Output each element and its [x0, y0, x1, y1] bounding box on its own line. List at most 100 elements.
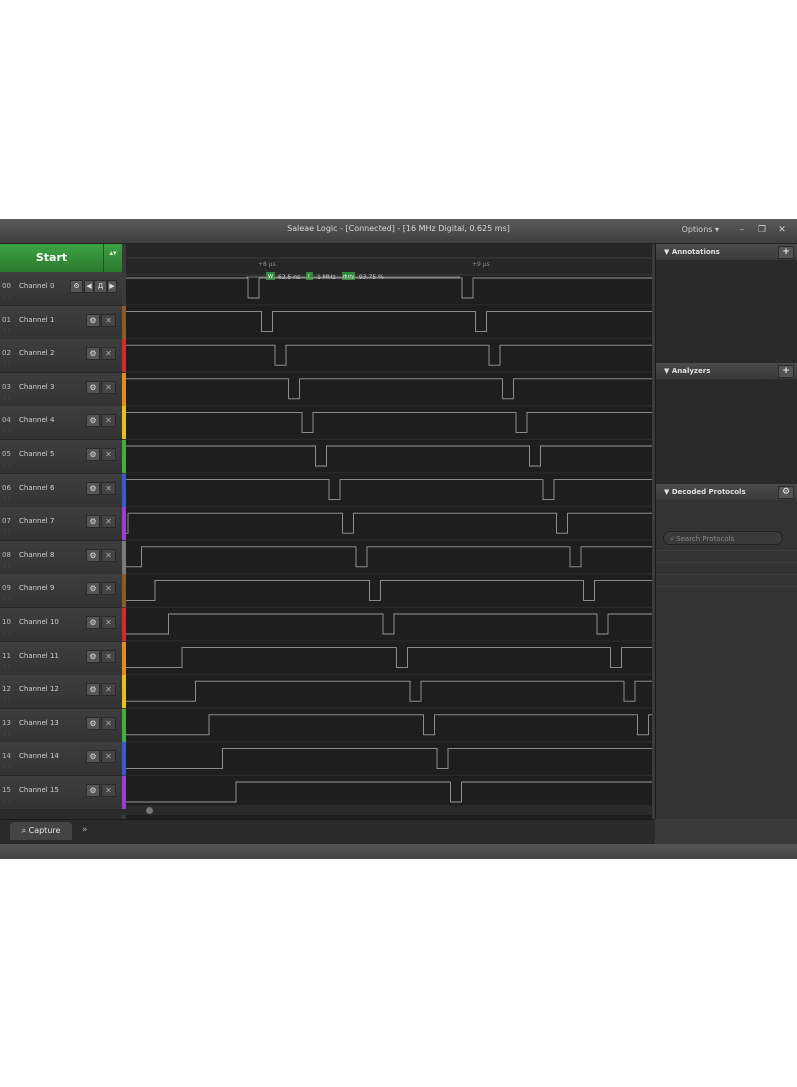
channel-row[interactable]: 13 ⋮⋮ Channel 13 ⚙ ✕	[0, 708, 122, 743]
drag-handle-icon[interactable]: ⋮⋮	[2, 462, 12, 468]
channel-name[interactable]: Channel 9	[19, 584, 54, 592]
options-menu[interactable]: Options ▾	[682, 225, 719, 234]
drag-handle-icon[interactable]: ⋮⋮	[2, 496, 12, 502]
channel-close-icon[interactable]: ✕	[101, 380, 116, 394]
channel-row[interactable]: 06 ⋮⋮ Channel 6 ⚙ ✕	[0, 473, 122, 508]
channel-settings-gear-icon[interactable]: ⚙	[86, 515, 100, 529]
drag-handle-icon[interactable]: ⋮⋮	[2, 428, 12, 434]
drag-handle-icon[interactable]: ⋮⋮	[2, 395, 12, 401]
channel-settings-gear-icon[interactable]: ⚙	[86, 616, 100, 629]
channel-row[interactable]: 00 ⋮⋮ Channel 0 ⚙ ◀ Д ▶	[0, 272, 122, 306]
channel-row[interactable]: 11 ⋮⋮ Channel 11 ⚙ ✕	[0, 641, 122, 676]
channel-name[interactable]: Channel 7	[19, 517, 54, 525]
drag-handle-icon[interactable]: ⋮⋮	[2, 798, 12, 804]
channel-name[interactable]: Channel 13	[19, 719, 59, 727]
channel-close-icon[interactable]: ✕	[101, 414, 116, 428]
channel-settings-gear-icon[interactable]: ⚙	[86, 683, 100, 697]
minimize-button[interactable]: –	[733, 222, 751, 239]
start-options-arrow[interactable]: ▴▾	[104, 244, 122, 272]
restore-button[interactable]: ❐	[753, 222, 771, 239]
channel-row[interactable]: 07 ⋮⋮ Channel 7 ⚙ ✕	[0, 507, 122, 542]
add-annotation-button[interactable]: +	[778, 246, 794, 259]
close-window-button[interactable]: ✕	[773, 222, 791, 239]
decoded-settings-gear-icon[interactable]: ⚙	[778, 486, 794, 499]
channel-row[interactable]: 02 ⋮⋮ Channel 2 ⚙ ✕	[0, 339, 122, 374]
channel-name[interactable]: Channel 6	[19, 484, 54, 492]
channel-close-icon[interactable]: ✕	[101, 448, 116, 461]
channel-settings-gear-icon[interactable]: ⚙	[86, 448, 100, 461]
channel-close-icon[interactable]: ✕	[101, 313, 116, 327]
drag-handle-icon[interactable]: ⋮⋮	[2, 630, 12, 636]
drag-handle-icon[interactable]: ⋮⋮	[2, 563, 12, 569]
channel-close-icon[interactable]: ✕	[101, 784, 116, 797]
channel-name[interactable]: Channel 5	[19, 450, 54, 458]
channel-close-icon[interactable]: ✕	[101, 750, 116, 764]
drag-handle-icon[interactable]: ⋮⋮	[2, 596, 12, 602]
channel-settings-gear-icon[interactable]: ⚙	[86, 649, 100, 663]
channel-row[interactable]: 03 ⋮⋮ Channel 3 ⚙ ✕	[0, 372, 122, 407]
channel-row[interactable]: 09 ⋮⋮ Channel 9 ⚙ ✕	[0, 574, 122, 609]
channel-settings-gear-icon[interactable]: ⚙	[86, 481, 100, 495]
channel-name[interactable]: Channel 14	[19, 752, 59, 760]
decoded-protocols-header[interactable]: ▼ Decoded Protocols ⚙	[656, 484, 797, 500]
channel-name[interactable]: Channel 10	[19, 618, 59, 626]
channel-settings-gear-icon[interactable]: ⚙	[86, 414, 100, 428]
channel-name[interactable]: Channel 2	[19, 349, 54, 357]
drag-handle-icon[interactable]: ⋮⋮	[2, 664, 12, 670]
channel-name[interactable]: Channel 15	[19, 786, 59, 794]
channel-settings-gear-icon[interactable]: ⚙	[70, 280, 83, 293]
channel-settings-gear-icon[interactable]: ⚙	[86, 716, 100, 730]
channel-settings-gear-icon[interactable]: ⚙	[86, 750, 100, 764]
waveform-area[interactable]: +8 µs +9 µs W 62.5 ns f 1 MHz duty 93.75…	[126, 244, 652, 819]
channel-name[interactable]: Channel 4	[19, 416, 54, 424]
drag-handle-icon[interactable]: ⋮⋮	[2, 294, 12, 300]
channel-name[interactable]: Channel 12	[19, 685, 59, 693]
drag-handle-icon[interactable]: ⋮⋮	[2, 731, 12, 737]
drag-handle-icon[interactable]: ⋮⋮	[2, 328, 12, 334]
channel-row[interactable]: 12 ⋮⋮ Channel 12 ⚙ ✕	[0, 675, 122, 710]
channel-name[interactable]: Channel 1	[19, 316, 54, 324]
drag-handle-icon[interactable]: ⋮⋮	[2, 361, 12, 367]
channel-settings-gear-icon[interactable]: ⚙	[86, 548, 100, 562]
channel-row[interactable]: 05 ⋮⋮ Channel 5 ⚙ ✕	[0, 440, 122, 474]
channel-close-icon[interactable]: ✕	[101, 683, 116, 697]
trigger-icon[interactable]: Д	[94, 280, 107, 293]
channel-close-icon[interactable]: ✕	[101, 548, 116, 562]
drag-handle-icon[interactable]: ⋮⋮	[2, 697, 12, 703]
channel-settings-gear-icon[interactable]: ⚙	[86, 347, 100, 361]
channel-close-icon[interactable]: ✕	[101, 481, 116, 495]
channel-settings-gear-icon[interactable]: ⚙	[86, 380, 100, 394]
channel-close-icon[interactable]: ✕	[101, 616, 116, 629]
channel-settings-gear-icon[interactable]: ⚙	[86, 313, 100, 327]
channel-name[interactable]: Channel 3	[19, 383, 54, 391]
capture-tab[interactable]: ⌕ Capture	[10, 822, 72, 840]
drag-handle-icon[interactable]: ⋮⋮	[2, 529, 12, 535]
annotations-header[interactable]: ▼ Annotations +	[656, 244, 797, 260]
start-button[interactable]: Start	[0, 244, 104, 272]
channel-row[interactable]: 08 ⋮⋮ Channel 8 ⚙ ✕	[0, 540, 122, 575]
channel-name[interactable]: Channel 11	[19, 652, 59, 660]
channel-row[interactable]: 15 ⋮⋮ Channel 15 ⚙ ✕	[0, 776, 122, 810]
channel-row[interactable]: 01 ⋮⋮ Channel 1 ⚙ ✕	[0, 305, 122, 340]
channel-close-icon[interactable]: ✕	[101, 347, 116, 361]
analyzers-header[interactable]: ▼ Analyzers +	[656, 363, 797, 379]
channel-row[interactable]: 04 ⋮⋮ Channel 4 ⚙ ✕	[0, 406, 122, 441]
add-analyzer-button[interactable]: +	[778, 365, 794, 378]
next-edge-icon[interactable]: ▶	[107, 280, 117, 293]
channel-name[interactable]: Channel 0	[19, 282, 54, 290]
prev-edge-icon[interactable]: ◀	[84, 280, 94, 293]
horizontal-scrollbar[interactable]	[122, 805, 652, 815]
more-tabs-button[interactable]: »	[82, 825, 88, 835]
channel-close-icon[interactable]: ✕	[101, 649, 116, 663]
drag-handle-icon[interactable]: ⋮⋮	[2, 764, 12, 770]
channel-close-icon[interactable]: ✕	[101, 582, 116, 596]
channel-settings-gear-icon[interactable]: ⚙	[86, 784, 100, 797]
search-protocols-input[interactable]: ⌕ Search Protocols	[663, 531, 783, 545]
channel-row[interactable]: 10 ⋮⋮ Channel 10 ⚙ ✕	[0, 608, 122, 642]
channel-close-icon[interactable]: ✕	[101, 515, 116, 529]
channel-row[interactable]: 14 ⋮⋮ Channel 14 ⚙ ✕	[0, 742, 122, 777]
channel-close-icon[interactable]: ✕	[101, 716, 116, 730]
channel-settings-gear-icon[interactable]: ⚙	[86, 582, 100, 596]
channel-name[interactable]: Channel 8	[19, 551, 54, 559]
scroll-thumb[interactable]	[146, 807, 153, 814]
